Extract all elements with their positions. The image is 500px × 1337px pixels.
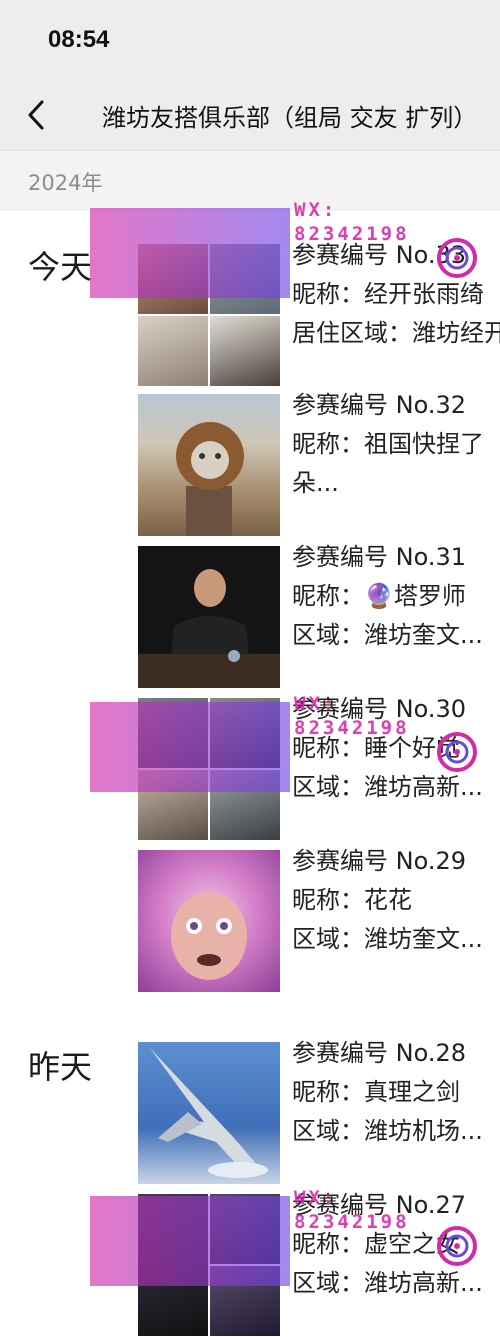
- post-photo[interactable]: [138, 394, 280, 536]
- post-number: 参赛编号 No.32: [292, 391, 467, 419]
- post-area: 区域：潍坊奎文...: [292, 621, 483, 649]
- status-bar: 08:54: [0, 0, 500, 80]
- post-number: 参赛编号 No.31: [292, 543, 467, 571]
- post-number: 参赛编号 No.33: [292, 241, 467, 269]
- post-caption: 参赛编号 No.28 昵称：真理之剑 区域：潍坊机场...: [292, 1034, 500, 1151]
- moment-post[interactable]: 参赛编号 No.32 昵称：祖国快捏了 朵...: [138, 391, 500, 536]
- nav-bar: 潍坊友搭俱乐部（组局 交友 扩列）: [0, 80, 500, 150]
- post-nickname: 昵称：睡个好觉: [292, 734, 460, 762]
- moment-post[interactable]: 参赛编号 No.27 昵称：虚空之女 区域：潍坊高新...: [138, 1191, 500, 1336]
- post-nickname: 昵称：虚空之女: [292, 1230, 460, 1258]
- page-title: 潍坊友搭俱乐部（组局 交友 扩列）: [102, 104, 478, 132]
- post-number: 参赛编号 No.28: [292, 1039, 467, 1067]
- moment-post[interactable]: 参赛编号 No.28 昵称：真理之剑 区域：潍坊机场...: [138, 1039, 500, 1184]
- fighter-jet-image: [150, 1048, 268, 1178]
- post-photo-grid[interactable]: [138, 1194, 280, 1336]
- post-caption: 参赛编号 No.30 昵称：睡个好觉 区域：潍坊高新...: [292, 690, 500, 807]
- pink-hair-art-image: [171, 892, 247, 980]
- post-photo-grid[interactable]: [138, 244, 280, 386]
- moment-post[interactable]: 参赛编号 No.33 昵称：经开张雨绮 居住区域：潍坊经开: [138, 241, 500, 386]
- post-photo-grid[interactable]: [138, 698, 280, 840]
- year-header: 2024年: [0, 150, 500, 211]
- post-area: 区域：潍坊高新...: [292, 773, 483, 801]
- status-time: 08:54: [48, 26, 110, 53]
- post-photo[interactable]: [138, 850, 280, 992]
- post-caption: 参赛编号 No.27 昵称：虚空之女 区域：潍坊高新...: [292, 1186, 500, 1303]
- day-label-yesterday: 昨天: [28, 1048, 93, 1086]
- post-nickname: 昵称：🔮塔罗师: [292, 582, 466, 610]
- post-caption: 参赛编号 No.32 昵称：祖国快捏了 朵...: [292, 386, 500, 503]
- post-photo[interactable]: [138, 546, 280, 688]
- post-number: 参赛编号 No.30: [292, 695, 467, 723]
- post-area: 居住区域：潍坊经开: [292, 319, 500, 347]
- lion-cat-image: [176, 422, 244, 536]
- year-label: 2024年: [28, 171, 103, 195]
- post-area: 区域：潍坊高新...: [292, 1269, 483, 1297]
- moment-post[interactable]: 参赛编号 No.31 昵称：🔮塔罗师 区域：潍坊奎文...: [138, 543, 500, 688]
- post-photo[interactable]: [138, 1042, 280, 1184]
- post-number: 参赛编号 No.29: [292, 847, 467, 875]
- post-nickname: 昵称：真理之剑: [292, 1078, 460, 1106]
- post-nickname: 昵称：花花: [292, 886, 412, 914]
- post-area: 区域：潍坊奎文...: [292, 925, 483, 953]
- post-area: 区域：潍坊机场...: [292, 1117, 483, 1145]
- post-nickname: 昵称：祖国快捏了: [292, 430, 484, 458]
- post-area: 朵...: [292, 469, 339, 497]
- post-number: 参赛编号 No.27: [292, 1191, 467, 1219]
- post-caption: 参赛编号 No.31 昵称：🔮塔罗师 区域：潍坊奎文...: [292, 538, 500, 655]
- tarot-reader-image: [138, 569, 280, 688]
- back-arrow-icon[interactable]: [22, 98, 52, 132]
- post-caption: 参赛编号 No.33 昵称：经开张雨绮 居住区域：潍坊经开: [292, 236, 500, 353]
- day-label-today: 今天: [28, 248, 93, 286]
- post-nickname: 昵称：经开张雨绮: [292, 280, 484, 308]
- moment-post[interactable]: 参赛编号 No.29 昵称：花花 区域：潍坊奎文...: [138, 847, 500, 992]
- moment-post[interactable]: 参赛编号 No.30 昵称：睡个好觉 区域：潍坊高新...: [138, 695, 500, 840]
- post-caption: 参赛编号 No.29 昵称：花花 区域：潍坊奎文...: [292, 842, 500, 959]
